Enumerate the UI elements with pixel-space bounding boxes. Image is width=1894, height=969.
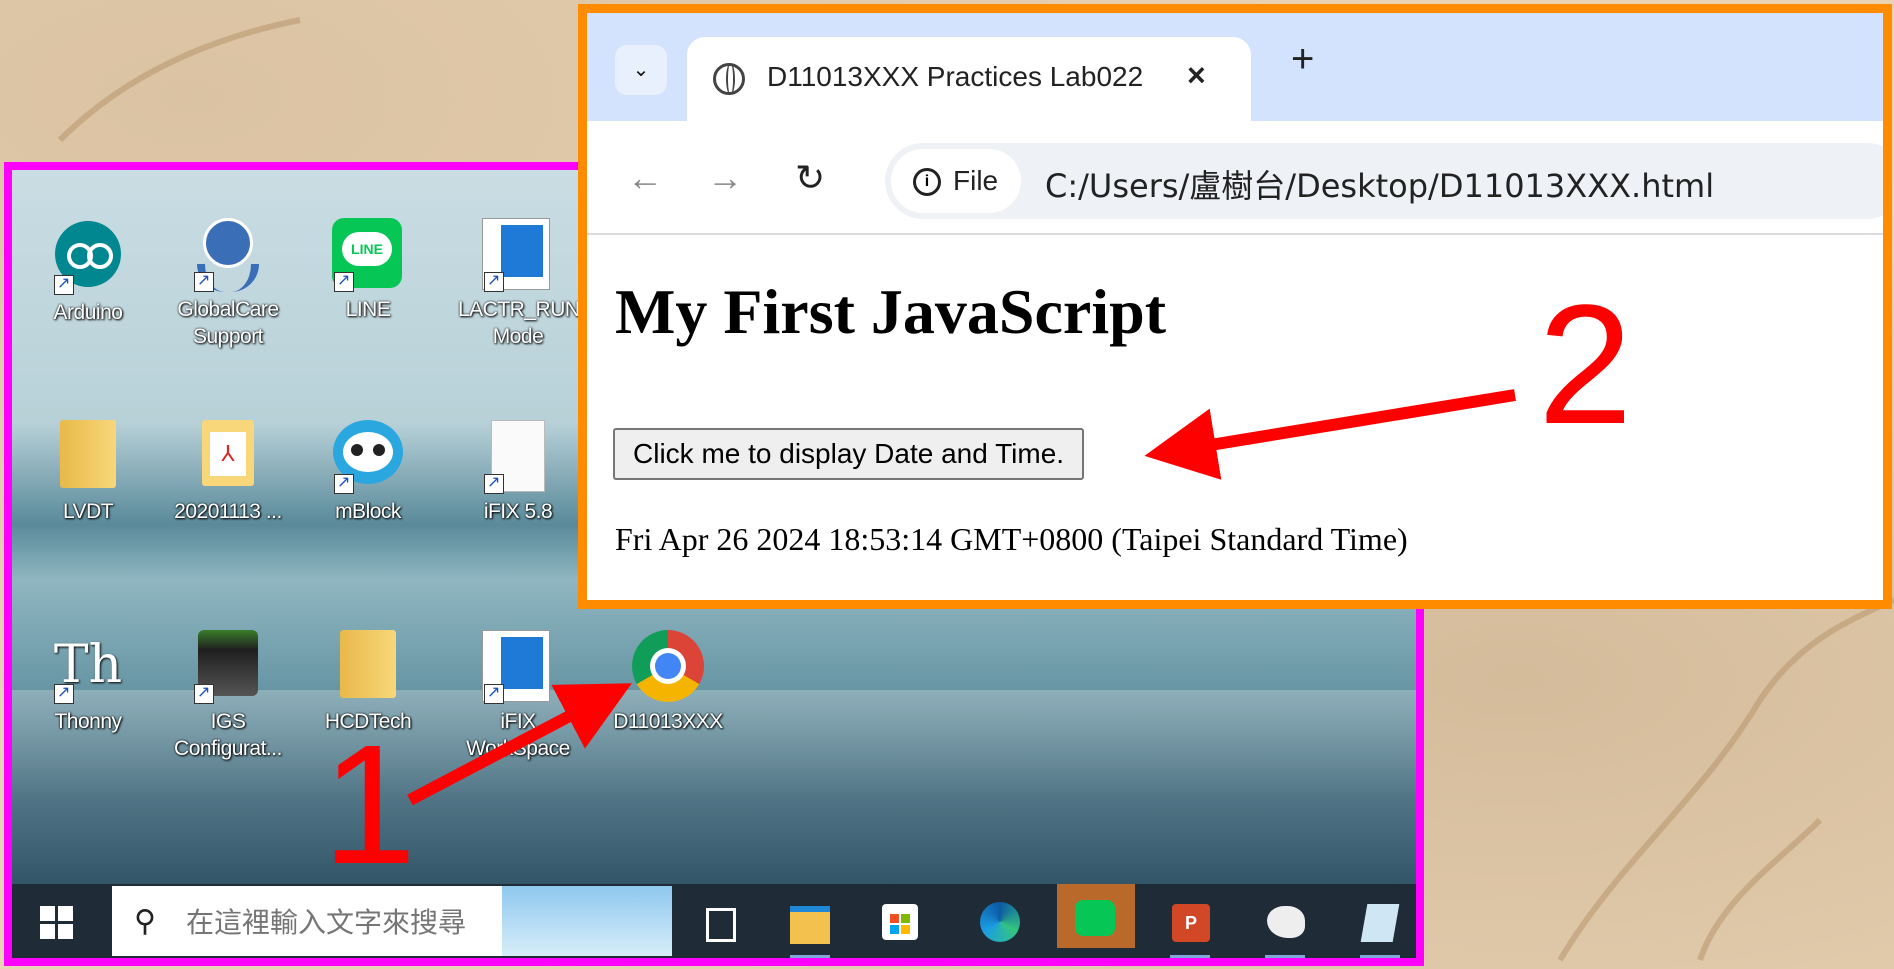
annotation-arrow-1 [407, 683, 632, 806]
annotation-step-2: 2 [1538, 270, 1633, 460]
annotation-arrows [407, 389, 1516, 806]
annotation-arrow-2 [1144, 389, 1516, 480]
annotation-step-1: 1 [322, 710, 417, 900]
